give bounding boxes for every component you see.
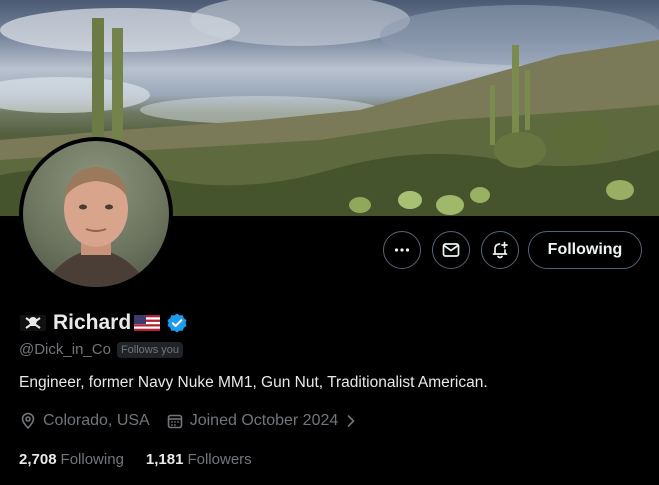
- profile-avatar[interactable]: [19, 137, 173, 291]
- pirate-flag-icon: [20, 315, 46, 331]
- display-name-row: Richard: [19, 309, 188, 337]
- joined-item[interactable]: Joined October 2024: [166, 412, 365, 430]
- followers-count: 1,181: [145, 450, 184, 468]
- profile-bio: Engineer, former Navy Nuke MM1, Gun Nut,…: [19, 374, 488, 391]
- more-button[interactable]: [383, 231, 421, 269]
- display-name: Richard: [53, 311, 132, 334]
- following-label: Following: [60, 450, 124, 468]
- chevron-right-icon: [347, 415, 355, 427]
- us-flag-icon: [134, 315, 161, 331]
- mail-icon: [442, 243, 460, 257]
- profile-meta: Colorado, USA Joined October 2024: [19, 411, 380, 431]
- handle-row: @Dick_in_Co Follows you: [19, 341, 184, 358]
- message-button[interactable]: [432, 231, 470, 269]
- location-pin-icon: [21, 412, 35, 430]
- location-text: Colorado, USA: [43, 412, 150, 429]
- follows-you-badge: Follows you: [116, 341, 184, 358]
- following-stat[interactable]: 2,708 Following: [19, 451, 124, 468]
- followers-label: Followers: [187, 450, 252, 468]
- follow-stats: 2,708 Following 1,181 Followers: [19, 449, 274, 469]
- joined-text: Joined October 2024: [189, 412, 339, 429]
- calendar-icon: [167, 414, 183, 429]
- following-count: 2,708: [19, 450, 57, 468]
- handle: @Dick_in_Co: [19, 341, 111, 358]
- notify-button[interactable]: [481, 231, 519, 269]
- verified-badge-icon[interactable]: [166, 312, 188, 334]
- avatar-photo: [23, 141, 169, 287]
- bell-plus-icon: [492, 241, 508, 259]
- following-button[interactable]: Following: [528, 231, 642, 269]
- location-item: Colorado, USA: [19, 412, 150, 430]
- followers-stat[interactable]: 1,181 Followers: [146, 451, 252, 468]
- more-icon: [394, 248, 410, 252]
